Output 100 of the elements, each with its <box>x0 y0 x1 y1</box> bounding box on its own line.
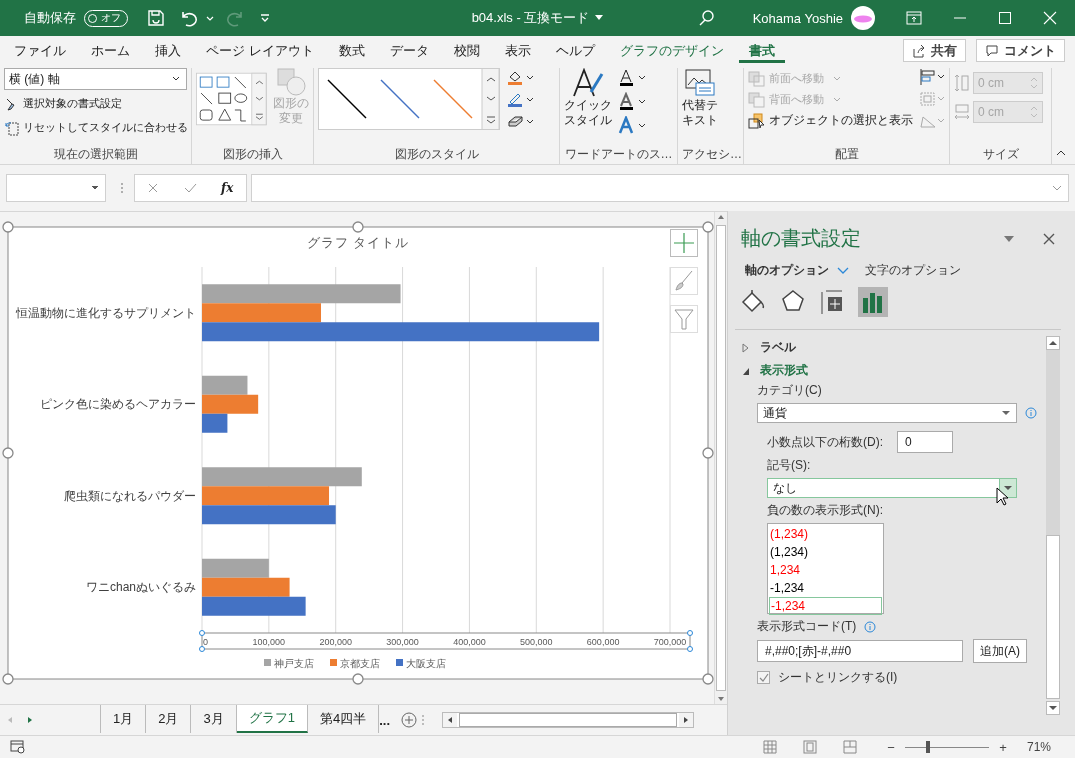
axis-handle[interactable] <box>687 630 693 636</box>
quick-styles-button[interactable]: クイック スタイル <box>564 68 612 128</box>
pane-options-icon[interactable] <box>1003 234 1015 243</box>
add-sheet-icon[interactable] <box>400 711 418 729</box>
ribbon-tab[interactable]: ファイル <box>4 38 76 63</box>
decimal-places-field[interactable]: 0 <box>897 431 953 453</box>
reset-style-button[interactable]: リセットしてスタイルに合わせる <box>4 117 188 138</box>
list-item[interactable]: (1,234) <box>769 525 882 543</box>
ribbon-tab[interactable]: ページ レイアウト <box>196 38 324 63</box>
format-code-field[interactable]: #,##0;[赤]-#,##0 <box>757 640 963 662</box>
ribbon-tab[interactable]: 挿入 <box>145 38 191 63</box>
selection-dropdown[interactable]: 横 (値) 軸 <box>4 68 187 90</box>
pane-scrollbar[interactable] <box>1046 336 1060 715</box>
resize-handle[interactable] <box>2 221 14 233</box>
text-effects-icon[interactable] <box>618 116 648 136</box>
link-checkbox[interactable] <box>757 671 770 684</box>
sheet-tab[interactable]: 2月 <box>146 705 192 733</box>
avatar-icon[interactable] <box>851 6 875 30</box>
axis-options-tab[interactable] <box>858 287 888 317</box>
bar[interactable] <box>202 558 269 578</box>
insert-function-button[interactable]: fx <box>221 181 234 195</box>
scroll-right-icon[interactable] <box>679 713 693 727</box>
resize-handle[interactable] <box>2 673 14 685</box>
legend-item[interactable]: 大阪支店 <box>396 658 446 669</box>
resize-handle[interactable] <box>702 221 714 233</box>
drag-handle-icon[interactable] <box>120 181 124 195</box>
close-icon[interactable] <box>1043 232 1055 245</box>
shape-styles-gallery[interactable] <box>318 68 500 130</box>
legend-item[interactable]: 京都支店 <box>330 658 380 669</box>
resize-handle[interactable] <box>702 673 714 685</box>
resize-handle[interactable] <box>2 447 14 459</box>
horizontal-scrollbar[interactable] <box>442 712 694 728</box>
alt-text-button[interactable]: 代替テ キスト <box>682 68 718 128</box>
scroll-left-icon[interactable] <box>443 713 457 727</box>
symbol-dropdown[interactable]: なし <box>767 478 1017 498</box>
list-item[interactable]: -1,234 <box>769 597 882 615</box>
sheet-tab[interactable]: 3月 <box>191 705 237 733</box>
list-item[interactable]: (1,234) <box>769 543 882 561</box>
bar[interactable] <box>202 394 259 414</box>
chart-filters-button[interactable] <box>670 305 698 333</box>
sheet-tab[interactable]: 第4四半 <box>307 705 380 733</box>
negative-numbers-list[interactable]: (1,234) (1,234) 1,234 -1,234 -1,234 <box>767 523 884 614</box>
maximize-icon[interactable] <box>998 11 1012 25</box>
format-selection-button[interactable]: 選択対象の書式設定 <box>4 93 122 114</box>
ribbon-tab[interactable]: 校閲 <box>443 38 490 63</box>
resize-handle[interactable] <box>352 221 364 233</box>
text-fill-icon[interactable] <box>618 68 648 88</box>
comment-button[interactable]: コメント <box>976 39 1065 62</box>
bar[interactable] <box>202 322 600 342</box>
resize-handle[interactable] <box>702 447 714 459</box>
ribbon-display-icon[interactable] <box>906 11 922 25</box>
share-button[interactable]: 共有 <box>903 39 966 62</box>
ribbon-tab[interactable]: 表示 <box>494 38 541 63</box>
info-icon[interactable] <box>864 620 877 633</box>
page-break-view-icon[interactable] <box>842 740 857 754</box>
category-dropdown[interactable]: 通貨 <box>757 403 1017 423</box>
save-icon[interactable] <box>146 8 166 28</box>
dropdown-arrow-icon[interactable] <box>999 479 1016 497</box>
page-layout-icon[interactable] <box>802 740 817 754</box>
ribbon-tab[interactable]: グラフのデザイン <box>609 38 734 63</box>
zoom-out-button[interactable]: − <box>882 739 899 755</box>
axis-handle[interactable] <box>199 630 205 636</box>
caret-icon[interactable] <box>595 15 604 21</box>
collapse-ribbon-icon[interactable] <box>1055 148 1067 158</box>
ribbon-tab[interactable]: 数式 <box>328 38 375 63</box>
sheet-tab[interactable]: 1月 <box>100 705 147 733</box>
ribbon-tab[interactable]: ホーム <box>81 38 140 63</box>
zoom-level[interactable]: 71% <box>1026 740 1051 754</box>
pane-tab[interactable]: 文字のオプション <box>865 262 961 279</box>
info-icon[interactable] <box>1025 407 1037 419</box>
bar[interactable] <box>202 505 336 525</box>
list-item[interactable]: -1,234 <box>769 579 882 597</box>
pane-tab[interactable]: 軸のオプション <box>745 262 849 279</box>
text-outline-icon[interactable] <box>618 92 648 112</box>
resize-handle[interactable] <box>352 673 364 685</box>
cancel-icon[interactable] <box>147 182 159 194</box>
section-header[interactable]: 表示形式 <box>742 359 808 382</box>
expand-icon[interactable] <box>1052 185 1062 191</box>
axis-handle[interactable] <box>199 646 205 652</box>
align-icon[interactable] <box>919 68 947 86</box>
formula-input[interactable] <box>251 174 1069 202</box>
ribbon-tab[interactable]: ヘルプ <box>545 38 605 63</box>
chart-title[interactable]: グラフ タイトル <box>306 235 410 250</box>
scroll-down-icon[interactable] <box>1046 701 1060 715</box>
more-sheets-button[interactable]: ... <box>379 712 400 728</box>
axis-handle[interactable] <box>687 646 693 652</box>
macro-record-icon[interactable] <box>10 740 26 754</box>
zoom-in-button[interactable]: + <box>994 739 1011 755</box>
selection-pane-button[interactable]: オブジェクトの選択と表示 <box>748 110 913 131</box>
axis-selection-box[interactable] <box>201 632 691 650</box>
ribbon-tab[interactable]: 書式 <box>738 38 785 63</box>
vertical-scrollbar[interactable] <box>714 212 727 704</box>
ribbon-tab[interactable]: データ <box>379 38 439 63</box>
legend-item[interactable]: 神戸支店 <box>264 658 314 669</box>
normal-view-icon[interactable] <box>762 740 777 754</box>
scroll-up-icon[interactable] <box>1046 336 1060 350</box>
section-header[interactable]: ラベル <box>742 336 796 359</box>
list-item[interactable]: 1,234 <box>769 561 882 579</box>
add-button[interactable]: 追加(A) <box>973 639 1027 663</box>
zoom-slider-thumb[interactable] <box>925 741 930 753</box>
